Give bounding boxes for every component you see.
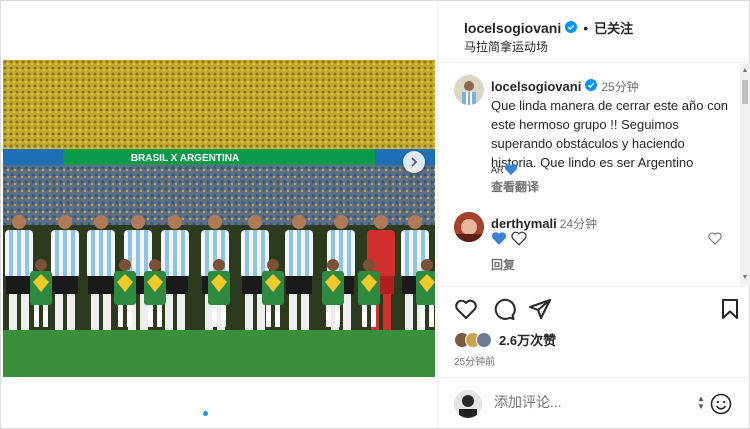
likes-summary: 2.6万次赞 bbox=[454, 330, 556, 349]
current-user-avatar bbox=[454, 390, 482, 418]
verified-badge-icon bbox=[565, 20, 578, 36]
carousel-dot[interactable] bbox=[230, 411, 235, 416]
media-panel: BRASIL X ARGENTINA bbox=[3, 3, 435, 428]
header-separator: • bbox=[583, 19, 589, 36]
heart-icon bbox=[455, 299, 477, 319]
comment-author: derthymali 24分钟 bbox=[491, 215, 597, 232]
comment-username[interactable]: derthymali bbox=[491, 216, 557, 231]
team-photo: BRASIL X ARGENTINA bbox=[3, 60, 435, 377]
commenter-avatar[interactable] bbox=[454, 212, 484, 242]
post-actions: 2.6万次赞 25分钟前 bbox=[438, 286, 750, 376]
post-header: locelsogiovani • 已关注 马拉简拿运动场 bbox=[438, 3, 750, 63]
post-sidebar: locelsogiovani • 已关注 马拉简拿运动场 locelsogiov… bbox=[437, 3, 750, 428]
carousel-dot[interactable] bbox=[203, 411, 208, 416]
chevron-right-icon bbox=[411, 157, 418, 167]
comments-list: locelsogiovani 25分钟 Que linda manera de … bbox=[438, 64, 750, 285]
carousel-dot[interactable] bbox=[221, 411, 226, 416]
scroll-down-arrow-icon[interactable]: ▼ bbox=[741, 274, 749, 282]
post-photo[interactable]: BRASIL X ARGENTINA bbox=[3, 60, 435, 377]
comment-bubble-icon bbox=[494, 298, 516, 320]
comment-button[interactable] bbox=[492, 297, 516, 321]
flag-code: AR bbox=[491, 164, 504, 175]
comment-time[interactable]: 24分钟 bbox=[560, 217, 597, 231]
verified-badge-icon bbox=[585, 79, 598, 94]
caption-text: Que linda manera de cerrar este año con … bbox=[491, 98, 729, 170]
share-button[interactable] bbox=[528, 297, 552, 321]
heart-outline-icon bbox=[708, 232, 722, 245]
carousel-next-button[interactable] bbox=[403, 151, 425, 173]
scroll-thumb[interactable] bbox=[742, 80, 748, 104]
blue-heart-icon bbox=[491, 232, 507, 245]
comment-hearts bbox=[491, 231, 527, 246]
bookmark-icon bbox=[722, 299, 738, 319]
add-comment-bar: ▲▼ bbox=[438, 377, 750, 428]
comment-input[interactable] bbox=[494, 394, 694, 410]
comment-like-button[interactable] bbox=[708, 232, 722, 250]
emoji-button[interactable] bbox=[710, 393, 732, 420]
post-dialog: BRASIL X ARGENTINA locelsogiovani • 已关注 … bbox=[0, 0, 750, 429]
liker-avatar[interactable] bbox=[476, 331, 492, 348]
post-location[interactable]: 马拉简拿运动场 bbox=[464, 38, 548, 55]
blue-heart-icon bbox=[504, 164, 517, 175]
likes-count[interactable]: 2.6万次赞 bbox=[499, 330, 556, 349]
author-avatar[interactable] bbox=[454, 75, 484, 105]
caption-username[interactable]: locelsogiovani bbox=[491, 79, 581, 94]
header-username[interactable]: locelsogiovani bbox=[464, 20, 561, 36]
like-button[interactable] bbox=[454, 297, 478, 321]
caption-author: locelsogiovani 25分钟 bbox=[491, 78, 639, 95]
following-button[interactable]: 已关注 bbox=[594, 18, 633, 37]
scroll-up-arrow-icon[interactable]: ▲ bbox=[741, 67, 749, 75]
carousel-dot[interactable] bbox=[212, 411, 217, 416]
save-button[interactable] bbox=[718, 297, 742, 321]
post-timestamp[interactable]: 25分钟前 bbox=[454, 353, 495, 368]
header-user: locelsogiovani • 已关注 bbox=[464, 18, 633, 37]
banner-text: BRASIL X ARGENTINA bbox=[131, 153, 239, 164]
paper-plane-icon bbox=[529, 299, 551, 319]
white-heart-icon bbox=[511, 231, 527, 246]
caption-flag: AR bbox=[491, 163, 518, 176]
input-stepper-icon[interactable]: ▲ ▼ bbox=[697, 395, 705, 411]
caption-time[interactable]: 25分钟 bbox=[601, 78, 638, 95]
emoji-icon bbox=[710, 393, 732, 415]
see-translation-link[interactable]: 查看翻译 bbox=[491, 178, 539, 195]
carousel-dots bbox=[3, 411, 435, 416]
reply-button[interactable]: 回复 bbox=[491, 256, 515, 273]
comments-scrollbar[interactable]: ▲ ▼ bbox=[740, 64, 750, 285]
